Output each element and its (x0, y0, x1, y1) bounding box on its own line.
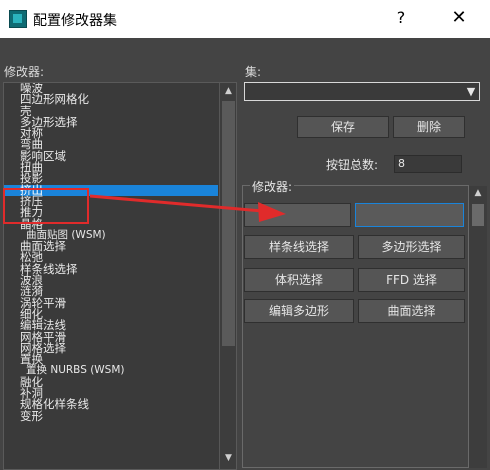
list-item[interactable]: 变形 (4, 410, 218, 422)
scroll-up-icon[interactable]: ▲ (469, 188, 487, 200)
modifier-slot-button[interactable]: 体积选择 (244, 268, 354, 292)
modifiers-label: 修改器: (4, 65, 45, 79)
modifier-slot-button[interactable] (355, 203, 464, 227)
set-label: 集: (245, 65, 262, 79)
modifiers-group-box (242, 185, 469, 468)
modifier-slot-button[interactable]: 编辑多边形 (244, 299, 354, 323)
modifier-slot-button[interactable]: 曲面选择 (358, 299, 465, 323)
scroll-down-icon[interactable]: ▼ (220, 451, 236, 465)
modifier-list[interactable]: 噪波 四边形网格化壳多边形选择 对称 弯曲 影响区域 扭曲 投影 挤出 挤压 推力 晶格 曲面贴图 (… (3, 82, 237, 470)
modifier-slot-button[interactable]: 样条线选择 (244, 235, 354, 259)
list-scrollbar[interactable]: ▲ ▼ (219, 83, 236, 469)
modifiers-group-label: 修改器: (250, 178, 295, 195)
scroll-thumb[interactable] (472, 204, 484, 226)
help-button[interactable]: ? (389, 6, 413, 30)
app-icon (9, 10, 27, 28)
modifier-list-items: 噪波 四边形网格化壳多边形选择 对称 弯曲 影响区域 扭曲 投影 挤出 挤压 推力 晶格 曲面贴图 (… (4, 83, 218, 422)
set-dropdown[interactable]: ▼ (244, 82, 480, 101)
modifier-slot-button[interactable]: 多边形选择 (358, 235, 465, 259)
modifier-slot-button[interactable]: FFD 选择 (358, 268, 465, 292)
scroll-up-icon[interactable]: ▲ (220, 84, 236, 98)
annotation-highlight-box (3, 188, 89, 224)
total-buttons-input[interactable]: 8 (394, 155, 462, 173)
window-title: 配置修改器集 (33, 13, 117, 29)
total-buttons-label: 按钮总数: (326, 158, 379, 172)
slots-scrollbar[interactable]: ▲ (469, 186, 487, 468)
chevron-down-icon[interactable]: ▼ (464, 83, 478, 100)
delete-button[interactable]: 删除 (393, 116, 465, 138)
close-button[interactable]: ✕ (445, 6, 473, 30)
scroll-thumb[interactable] (222, 101, 235, 346)
list-item[interactable]: 四边形网格化 (4, 93, 218, 105)
modifier-slot-button[interactable] (244, 203, 351, 227)
title-bar: 配置修改器集 ? ✕ (0, 0, 490, 38)
save-button[interactable]: 保存 (297, 116, 389, 138)
